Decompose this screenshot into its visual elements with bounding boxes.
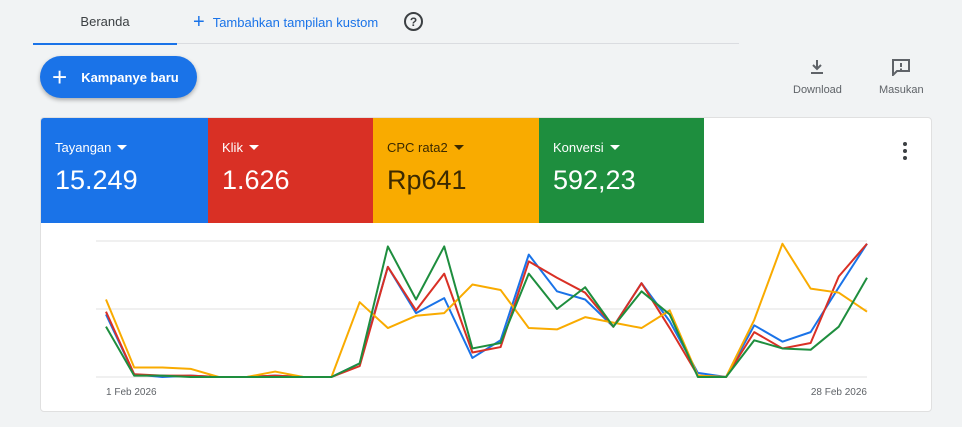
metric-tile-impressions[interactable]: Tayangan 15.249 bbox=[41, 118, 208, 223]
caret-down-icon bbox=[117, 145, 128, 150]
metric-label: CPC rata2 bbox=[387, 140, 448, 155]
help-circle-icon[interactable]: ? bbox=[404, 12, 423, 31]
series-line-klik bbox=[105, 243, 868, 378]
x-tick-label: 1 Feb 2026 bbox=[106, 387, 157, 398]
metric-label: Tayangan bbox=[55, 140, 112, 155]
download-label: Download bbox=[793, 84, 842, 96]
metric-tile-avg-cpc[interactable]: CPC rata2 Rp641 bbox=[373, 118, 539, 223]
series-line-cpc-rata2 bbox=[105, 242, 868, 378]
plus-icon: + bbox=[52, 62, 68, 92]
download-button[interactable]: Download bbox=[793, 58, 842, 96]
tab-beranda[interactable]: Beranda bbox=[33, 0, 177, 45]
performance-line-chart: 1 Feb 2026 28 Feb 2026 bbox=[96, 240, 868, 398]
feedback-icon bbox=[892, 59, 911, 76]
metric-value: 1.626 bbox=[222, 165, 290, 195]
tab-label: Beranda bbox=[80, 14, 130, 29]
metric-tile-clicks[interactable]: Klik 1.626 bbox=[208, 118, 373, 223]
download-icon bbox=[811, 60, 824, 74]
metric-value: 592,23 bbox=[553, 165, 636, 195]
x-tick-label: 28 Feb 2026 bbox=[811, 387, 868, 398]
metric-value: 15.249 bbox=[55, 165, 138, 195]
more-options-icon[interactable] bbox=[903, 142, 909, 160]
tab-label: Tambahkan tampilan kustom bbox=[212, 14, 379, 30]
metric-label: Konversi bbox=[553, 140, 604, 155]
tab-bar: Beranda + Tambahkan tampilan kustom ? bbox=[33, 0, 739, 45]
caret-down-icon bbox=[453, 145, 464, 150]
metric-value: Rp641 bbox=[387, 165, 467, 195]
feedback-button[interactable]: Masukan bbox=[879, 58, 924, 96]
add-custom-view-tab[interactable]: + Tambahkan tampilan kustom bbox=[193, 0, 378, 44]
caret-down-icon bbox=[609, 145, 620, 150]
feedback-label: Masukan bbox=[879, 84, 924, 96]
plus-icon: + bbox=[193, 11, 205, 33]
metric-label: Klik bbox=[222, 140, 243, 155]
caret-down-icon bbox=[248, 145, 259, 150]
series-line-konversi bbox=[105, 245, 868, 378]
performance-card: Tayangan 15.249 Klik 1.626 CPC rata2 Rp6… bbox=[40, 117, 932, 412]
new-campaign-label: Kampanye baru bbox=[81, 69, 179, 85]
new-campaign-button[interactable]: + Kampanye baru bbox=[40, 56, 197, 98]
metric-tile-conversions[interactable]: Konversi 592,23 bbox=[539, 118, 704, 223]
series-line-tayangan bbox=[105, 243, 868, 378]
